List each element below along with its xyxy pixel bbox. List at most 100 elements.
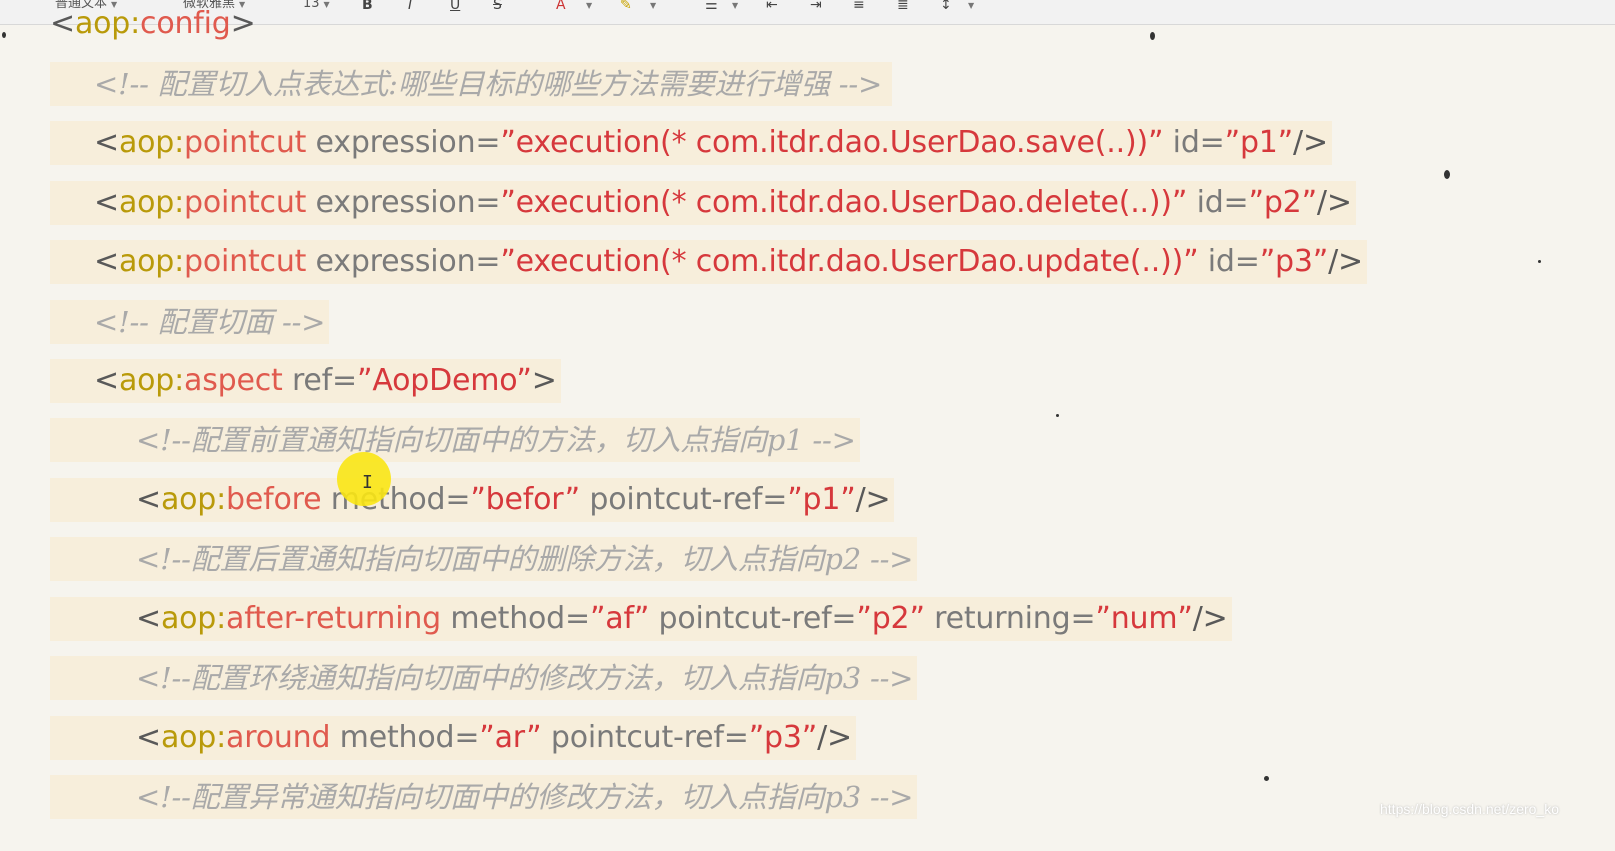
code-line-before: <aop:before method=”befor” pointcut-ref=…: [50, 478, 895, 522]
tag-bracket: />: [855, 482, 891, 517]
xml-comment: <!-- 配置切入点表达式:哪些目标的哪些方法需要进行增强 -->: [94, 67, 883, 101]
indent-increase-icon[interactable]: ⇥: [810, 0, 822, 13]
attribute-value: ”p3”: [748, 720, 818, 755]
paper-speck: [1264, 776, 1269, 781]
tag-name: around: [226, 720, 331, 755]
attribute-name: pointcut-ref=: [580, 482, 788, 517]
attribute-name: id=: [1187, 185, 1249, 220]
namespace-prefix: aop:: [118, 185, 185, 220]
attribute-value: ”execution(* com.itdr.dao.UserDao.delete…: [500, 185, 1188, 220]
strikethrough-icon[interactable]: S: [493, 0, 502, 13]
attribute-value: ”execution(* com.itdr.dao.UserDao.update…: [500, 244, 1199, 279]
tag-bracket: />: [1328, 244, 1363, 279]
tag-bracket: >: [531, 363, 557, 398]
code-line-config: <aop:config>: [50, 2, 256, 46]
code-line-pointcut-p3: <aop:pointcut expression=”execution(* co…: [50, 240, 1367, 284]
tag-bracket: />: [1293, 125, 1328, 160]
attribute-value: ”p1”: [1224, 125, 1294, 160]
namespace-prefix: aop:: [118, 363, 185, 398]
code-line-comment-4: <!--配置后置通知指向切面中的删除方法，切入点指向p2 -->: [50, 537, 918, 581]
attribute-value: ”p2”: [1248, 185, 1318, 220]
attribute-value: ”p2”: [856, 601, 925, 636]
attribute-name: id=: [1163, 125, 1225, 160]
code-line-comment-3: <!--配置前置通知指向切面中的方法，切入点指向p1 -->: [50, 418, 860, 462]
underline-icon[interactable]: U: [450, 0, 460, 13]
font-size-label: 13: [303, 0, 320, 11]
attribute-name: pointcut-ref=: [649, 601, 857, 636]
highlight-icon[interactable]: ✎: [620, 0, 632, 13]
tag-bracket: <: [136, 601, 161, 636]
paper-speck: [1150, 32, 1155, 40]
tag-name: before: [226, 482, 322, 517]
namespace-prefix: aop:: [118, 244, 185, 279]
font-color-icon[interactable]: A: [556, 0, 566, 13]
code-line-pointcut-p2: <aop:pointcut expression=”execution(* co…: [50, 181, 1356, 225]
attribute-name: id=: [1198, 244, 1260, 279]
tag-bracket: <: [94, 363, 119, 398]
tag-name: pointcut: [184, 125, 307, 160]
xml-comment: <!--配置后置通知指向切面中的删除方法，切入点指向p2 -->: [136, 542, 914, 576]
xml-comment: <!--配置前置通知指向切面中的方法，切入点指向p1 -->: [136, 423, 856, 457]
tag-bracket: <: [94, 125, 119, 160]
xml-comment: <!-- 配置切面 -->: [94, 305, 326, 339]
text-cursor-icon: I: [362, 472, 373, 493]
code-line-comment-6: <!--配置异常通知指向切面中的修改方法，切入点指向p3 -->: [50, 775, 918, 819]
tag-bracket: />: [1316, 185, 1352, 220]
code-line-comment-5: <!--配置环绕通知指向切面中的修改方法，切入点指向p3 -->: [50, 656, 918, 700]
attribute-name: returning=: [924, 601, 1096, 636]
attribute-value: ”execution(* com.itdr.dao.UserDao.save(.…: [500, 125, 1164, 160]
tag-bracket: <: [94, 185, 119, 220]
chevron-down-icon[interactable]: ▼: [968, 1, 974, 10]
namespace-prefix: aop:: [118, 125, 185, 160]
indent-decrease-icon[interactable]: ⇤: [766, 0, 778, 13]
code-line-pointcut-p1: <aop:pointcut expression=”execution(* co…: [50, 121, 1332, 165]
code-line-comment-1: <!-- 配置切入点表达式:哪些目标的哪些方法需要进行增强 -->: [50, 62, 893, 106]
chevron-down-icon[interactable]: ▼: [650, 1, 656, 10]
attribute-value: ”af”: [589, 601, 650, 636]
chevron-down-icon[interactable]: ▼: [586, 1, 592, 10]
paper-speck: [1444, 170, 1450, 179]
code-line-after-returning: <aop:after-returning method=”af” pointcu…: [50, 597, 1232, 641]
font-size-select[interactable]: 13 ▼: [303, 0, 330, 12]
watermark: https://blog.csdn.net/zero_ko: [1380, 801, 1559, 817]
italic-icon[interactable]: I: [408, 0, 412, 13]
namespace-prefix: aop:: [160, 482, 227, 517]
attribute-name: expression=: [306, 185, 501, 220]
xml-comment: <!--配置环绕通知指向切面中的修改方法，切入点指向p3 -->: [136, 661, 914, 695]
attribute-value: ”p3”: [1259, 244, 1329, 279]
tag-bracket: />: [817, 720, 852, 755]
attribute-value: ”ar”: [479, 720, 542, 755]
tag-bracket: >: [230, 6, 256, 41]
attribute-name: method=: [330, 720, 480, 755]
attribute-name: ref=: [282, 363, 357, 398]
attribute-name: expression=: [306, 244, 501, 279]
bold-icon[interactable]: B: [362, 0, 373, 13]
paper-speck: [1538, 260, 1541, 263]
numbered-list-icon[interactable]: ≣: [897, 0, 909, 13]
attribute-value: ”num”: [1095, 601, 1193, 636]
tag-name: after-returning: [226, 601, 442, 636]
tag-name: pointcut: [184, 185, 307, 220]
attribute-value: ”AopDemo”: [356, 363, 532, 398]
line-spacing-icon[interactable]: ↕: [940, 0, 952, 13]
tag-name: aspect: [184, 363, 283, 398]
bullet-list-icon[interactable]: ≡: [853, 0, 865, 13]
chevron-down-icon[interactable]: ▼: [732, 1, 738, 10]
attribute-value: ”befor”: [470, 482, 581, 517]
tag-name: config: [140, 6, 231, 41]
tag-bracket: <: [50, 6, 75, 41]
attribute-name: method=: [441, 601, 590, 636]
paper-speck: [2, 32, 6, 38]
paper-speck: [1056, 414, 1059, 417]
attribute-name: pointcut-ref=: [541, 720, 749, 755]
code-line-aspect: <aop:aspect ref=”AopDemo”>: [50, 359, 561, 403]
tag-bracket: <: [94, 244, 119, 279]
align-icon[interactable]: ☰: [705, 0, 718, 13]
code-line-comment-2: <!-- 配置切面 -->: [50, 300, 330, 344]
namespace-prefix: aop:: [160, 601, 227, 636]
namespace-prefix: aop:: [74, 6, 141, 41]
tag-bracket: />: [1192, 601, 1228, 636]
chevron-down-icon: ▼: [323, 0, 330, 9]
tag-bracket: <: [136, 482, 161, 517]
tag-name: pointcut: [184, 244, 307, 279]
